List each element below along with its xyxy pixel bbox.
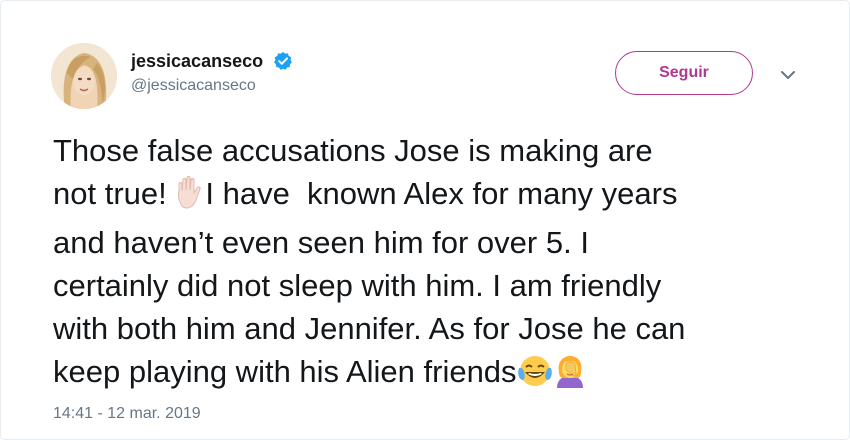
tweet-line-segment: not true! [53, 176, 176, 211]
tweet-timestamp[interactable]: 14:41 - 12 mar. 2019 [53, 405, 201, 423]
tweet-line-segment: keep playing with his Alien friends [53, 354, 517, 389]
tweet-line: certainly did not sleep with him. I am f… [53, 268, 662, 303]
user-info: jessicacanseco @jessicacanseco [131, 49, 293, 97]
tweet-line: not true! I have known Alex for many yea… [53, 172, 833, 221]
tweet-text: Those false accusations Jose is making a… [53, 129, 833, 399]
avatar[interactable] [51, 43, 117, 109]
person-facepalming-icon [553, 354, 587, 399]
chevron-down-icon[interactable] [778, 67, 798, 83]
tweet-line: Those false accusations Jose is making a… [53, 133, 653, 168]
user-handle[interactable]: @jessicacanseco [131, 75, 293, 97]
face-with-tears-of-joy-icon [517, 354, 553, 399]
tweet-line-segment: I have known Alex for many years [205, 176, 678, 211]
tweet-line: keep playing with his Alien friends [53, 350, 833, 399]
display-name[interactable]: jessicacanseco [131, 49, 263, 73]
raised-hand-icon [175, 176, 205, 221]
tweet-line: with both him and Jennifer. As for Jose … [53, 311, 686, 346]
verified-badge-icon [273, 51, 293, 71]
tweet-line: and haven’t even seen him for over 5. I [53, 225, 589, 260]
follow-button[interactable]: Seguir [615, 51, 753, 95]
tweet-card: jessicacanseco @jessicacanseco Seguir Th… [0, 0, 850, 440]
